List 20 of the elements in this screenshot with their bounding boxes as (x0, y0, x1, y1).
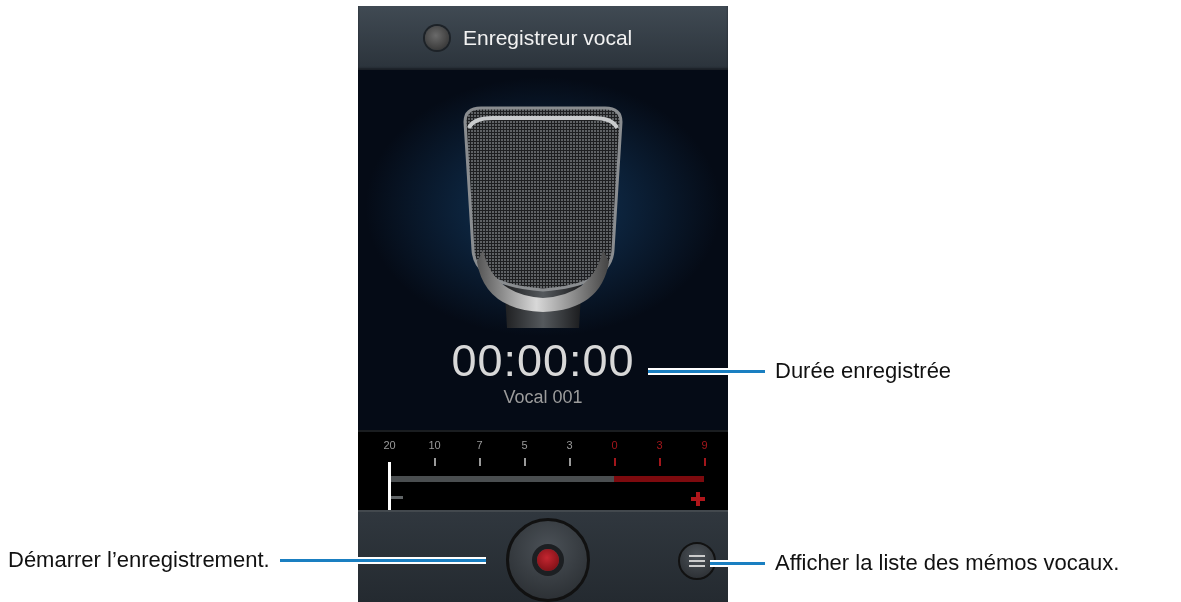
scale-label: 3 (655, 438, 664, 452)
recording-name: Vocal 001 (503, 386, 583, 408)
plus-icon (691, 490, 705, 504)
list-button[interactable] (678, 542, 716, 580)
recorded-duration: 00:00:00 (451, 336, 635, 386)
scale-label: 9 (700, 438, 709, 452)
callout-label: Afficher la liste des mémos vocaux. (775, 550, 1120, 576)
minus-icon (390, 495, 403, 499)
scale-label: 0 (610, 438, 619, 452)
scale-label: 10 (427, 438, 442, 452)
scale-label: 7 (475, 438, 484, 452)
callout-label: Démarrer l’enregistrement. (8, 547, 270, 573)
scale-label: 3 (565, 438, 574, 452)
app-title: Enregistreur vocal (463, 26, 633, 50)
circle-icon (425, 26, 449, 50)
list-icon (689, 555, 705, 567)
callout-label: Durée enregistrée (775, 358, 952, 384)
level-marker[interactable] (388, 462, 391, 510)
scale-label: 5 (520, 438, 529, 452)
scale-label: 20 (382, 438, 397, 452)
